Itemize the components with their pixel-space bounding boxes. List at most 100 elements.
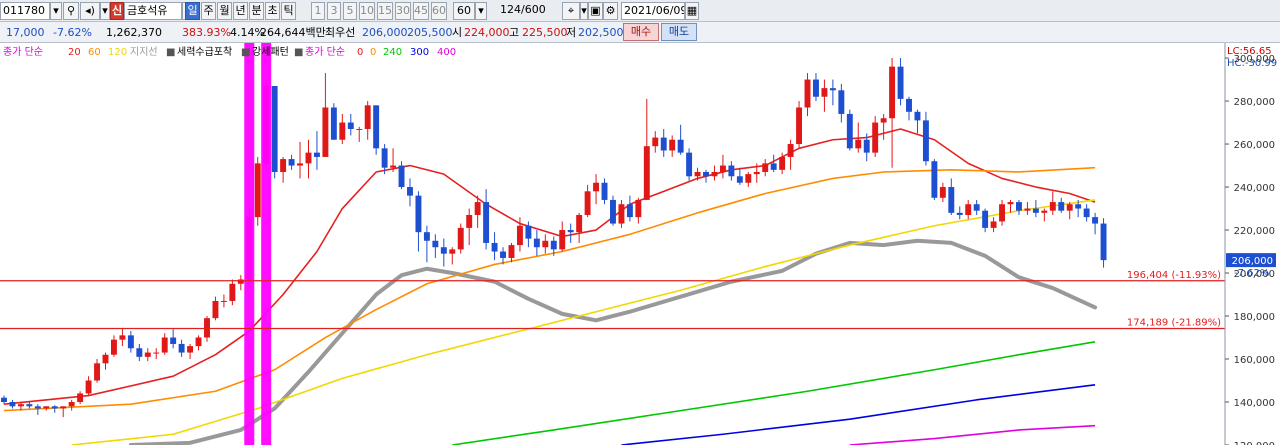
best-bid: 206,000 [362,26,408,39]
data-count[interactable]: 124/600 [500,2,545,20]
candle-body [965,204,972,215]
hline-label: 196,404 (-11.93%) [1127,270,1221,281]
candle-body [161,337,168,353]
interval-button[interactable]: 1 [311,2,325,20]
axis-tick-label: 140,000 [1234,398,1275,409]
candle-body [796,107,803,145]
search-icon[interactable]: ⚲ [63,2,79,20]
candle-body [846,113,853,149]
candle-body [474,202,481,215]
settings-gear-icon[interactable]: ⚙ [603,2,618,20]
stock-code-input[interactable]: 011780 [0,2,50,20]
crosshair-dropdown-icon[interactable]: ▾ [580,2,588,20]
candle-body [711,171,718,177]
candle-body [1007,202,1014,205]
data-count-total: /600 [521,3,545,16]
trade-amount: 264,644백만 [260,26,326,39]
candle-body [322,107,329,157]
candle-body [102,354,109,364]
candle-body [669,139,676,151]
candle-body [153,352,160,354]
candle-body [652,137,659,147]
candle-body [60,406,67,409]
candle-body [305,152,312,164]
candle-body [407,187,413,196]
candle-body [770,163,777,170]
candle-body [212,300,219,319]
candle-body [254,163,261,218]
candle-body [432,240,439,248]
candle-body [829,88,836,91]
period-tab[interactable]: 틱 [281,2,296,20]
candle-body [381,148,388,168]
price-chart[interactable]: 196,404 (-11.93%)174,189 (-21.89%) LC:56… [0,43,1280,445]
high-label: 고 [509,26,520,39]
candle-body [593,182,600,192]
interval-button[interactable]: 3 [327,2,341,20]
legend-ma-period: 120 [108,47,128,58]
period-tab[interactable]: 초 [265,2,280,20]
crosshair-icon[interactable]: ⌖ [562,2,580,20]
price-axis: LC:56.65HC:-30.99300,000280,000260,00024… [1224,43,1280,445]
candle-body [762,163,769,172]
candle-body [618,204,625,224]
candle-body [423,232,430,241]
axis-tick-label: 180,000 [1234,312,1275,323]
sell-button[interactable]: 매도 [661,23,697,41]
interval-dropdown-icon[interactable]: ▾ [475,2,487,20]
interval-select[interactable]: 60 [453,2,475,20]
candle-body [170,337,177,344]
stock-name-field[interactable]: 금호석유 [124,2,182,20]
current-change-label: -7.62% [1234,268,1269,279]
interval-button[interactable]: 60 [431,2,447,20]
candle-body [204,318,210,338]
chart-toolbar: 011780 ▾ ⚲ ◂) ▾ 신 금호석유 ▾ 60 ▾ 124/600 ⌖ … [0,0,1280,22]
candle-body [516,225,523,246]
candle-body [110,339,117,355]
speaker-icon[interactable]: ◂) [80,2,100,20]
candle-body [373,105,380,149]
interval-button[interactable]: 15 [377,2,393,20]
period-tab[interactable]: 주 [201,2,216,20]
legend-ma-period: 60 [88,47,101,58]
speaker-dropdown-icon[interactable]: ▾ [100,2,110,20]
candle-body [144,352,151,357]
candle-body [500,251,506,258]
candle-body [34,406,41,409]
legend-ma-period: 0 [370,47,377,58]
interval-button[interactable]: 5 [343,2,357,20]
candle-body [626,204,633,218]
candle-body [85,380,92,394]
date-field[interactable]: 2021/06/09 [621,2,685,20]
candle-body [745,174,752,183]
candle-body [339,122,346,140]
candle-body [584,191,591,215]
buy-button[interactable]: 매수 [623,23,659,41]
interval-button[interactable]: 45 [413,2,429,20]
stock-code-dropdown-icon[interactable]: ▾ [50,2,62,20]
candle-body [999,204,1006,222]
candle-body [804,79,811,108]
period-tab[interactable]: 년 [233,2,248,20]
candle-body [1049,202,1056,211]
interval-button[interactable]: 30 [395,2,411,20]
candle-body [330,107,337,140]
candle-body [17,404,24,407]
candle-body [973,204,980,211]
candle-body [43,406,50,409]
save-icon[interactable]: ▣ [588,2,603,20]
calendar-icon[interactable]: ▦ [685,2,699,20]
brokerage-logo: 신 [110,2,124,20]
period-tab[interactable]: 월 [217,2,232,20]
period-tab[interactable]: 일 [185,2,200,20]
candle-body [838,90,845,114]
candle-body [753,171,760,175]
chart-legend: 종가 단순 20 60 120 지지선 ■ 세력수급포착 ■ 강세패턴 ■ 종가 단… [0,43,1225,61]
period-tab[interactable]: 분 [249,2,264,20]
interval-button[interactable]: 10 [359,2,375,20]
candle-body [889,66,896,119]
candle-body [550,240,557,250]
candle-body [990,221,997,228]
candle-body [939,187,946,198]
candle-body [982,210,989,228]
